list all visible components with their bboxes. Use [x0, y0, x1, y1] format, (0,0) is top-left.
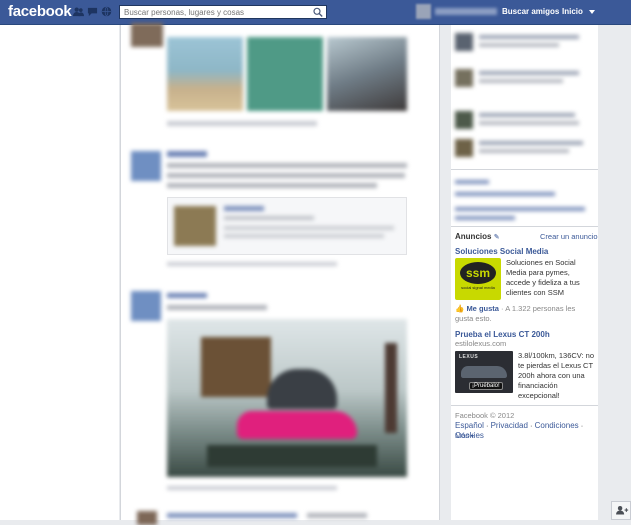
photo-boat[interactable]: [247, 37, 323, 111]
photo-people[interactable]: [327, 37, 407, 111]
post-avatar: [137, 511, 157, 525]
link-domain: [224, 216, 314, 220]
post-text-line: [167, 173, 405, 178]
left-column: [0, 25, 119, 520]
messages-icon[interactable]: [87, 6, 98, 17]
ads-info-icon[interactable]: ✎: [494, 234, 500, 241]
news-feed: [120, 23, 440, 525]
chevron-down-icon[interactable]: ▾: [469, 434, 474, 440]
ads-title: Anuncios: [455, 232, 492, 241]
footer-more[interactable]: Más ▾: [455, 431, 474, 442]
ticker-avatar: [455, 111, 473, 129]
ticker-text: [479, 43, 559, 47]
footer-link-terms[interactable]: Condiciones: [535, 421, 579, 430]
home-link[interactable]: Inicio: [562, 7, 583, 16]
post-avatar: [131, 23, 163, 47]
notifications-icon[interactable]: [101, 6, 112, 17]
chat-button[interactable]: [611, 501, 631, 520]
post-text-line: [307, 513, 367, 518]
post-text-line: [167, 163, 407, 168]
post-avatar: [131, 151, 161, 181]
profile-link[interactable]: [416, 4, 498, 20]
avatar: [416, 4, 431, 19]
profile-name-blurred: [435, 8, 497, 15]
search-input[interactable]: [120, 6, 308, 18]
link-desc: [224, 234, 384, 238]
divider: [451, 405, 598, 406]
ad-ssm-image[interactable]: ssm social signal media: [455, 258, 501, 300]
ad-ssm-like-row: 👍 Me gusta · A 1.322 personas les gusta …: [455, 304, 595, 324]
ssm-logo-sub: social signal media: [461, 285, 495, 290]
lexus-brand: LEXUS: [459, 354, 479, 360]
ticker-avatar: [455, 69, 473, 87]
footer-copyright: Facebook © 2012: [455, 411, 515, 420]
ticker-text: [479, 141, 583, 145]
find-friends-link[interactable]: Buscar amigos: [502, 7, 559, 16]
post-photo-car[interactable]: [167, 319, 407, 477]
link-thumbnail: [174, 206, 216, 246]
ticker-text: [479, 149, 569, 153]
post-author[interactable]: [167, 293, 207, 298]
footer-more-label[interactable]: Más: [455, 431, 469, 440]
ticker-text: [479, 71, 579, 75]
ad-lexus-image[interactable]: LEXUS ¡Pruébalo!: [455, 351, 513, 393]
car-image: [461, 366, 507, 378]
sidebar-link[interactable]: [455, 216, 515, 220]
top-bar: facebook Buscar amigos Inicio: [0, 0, 631, 25]
friend-requests-icon[interactable]: [73, 6, 84, 17]
chat-person-icon: [616, 506, 629, 515]
search-box[interactable]: [119, 5, 327, 19]
footer-link-privacy[interactable]: Privacidad: [491, 421, 528, 430]
account-menu-caret-icon[interactable]: [589, 10, 595, 14]
post-text-line: [167, 183, 377, 188]
ticker-text: [479, 113, 575, 117]
ad-ssm-text: Soluciones en Social Media para pymes, a…: [506, 258, 580, 297]
link-title: [224, 206, 264, 211]
link-preview[interactable]: [167, 197, 407, 255]
facebook-logo[interactable]: facebook: [8, 3, 72, 20]
ticker-avatar: [455, 33, 473, 51]
post-author[interactable]: [167, 513, 297, 518]
ads-heading: Anuncios ✎: [455, 232, 500, 241]
sidebar-link[interactable]: [455, 192, 555, 196]
sidebar-link[interactable]: [455, 207, 585, 211]
link-desc: [224, 226, 394, 230]
post-author[interactable]: [167, 151, 207, 157]
ssm-logo: ssm: [460, 262, 496, 284]
search-icon[interactable]: [312, 7, 324, 17]
post-text-line: [167, 305, 267, 310]
footer-links: Español · Privacidad · Condiciones · Coo…: [455, 421, 584, 440]
ad-lexus-domain: estilolexus.com: [455, 339, 507, 348]
ad-like-button[interactable]: Me gusta: [466, 304, 499, 313]
ticker-avatar: [455, 139, 473, 157]
post-avatar: [131, 291, 161, 321]
divider: [451, 226, 598, 227]
lexus-cta: ¡Pruébalo!: [469, 382, 503, 390]
ticker-text: [479, 121, 579, 125]
ticker-text: [479, 35, 579, 39]
post-actions[interactable]: [167, 262, 337, 266]
sidebar-link[interactable]: [455, 180, 489, 184]
post-meta: [167, 121, 317, 126]
right-column: Anuncios ✎ Crear un anuncio Soluciones S…: [451, 25, 598, 520]
divider: [451, 169, 598, 170]
ad-lexus-text: 3.8l/100km, 136CV: no te pierdas el Lexu…: [518, 351, 595, 400]
thumbs-up-icon[interactable]: 👍: [455, 304, 464, 313]
create-ad-link[interactable]: Crear un anuncio: [540, 232, 598, 242]
footer-link-language[interactable]: Español: [455, 421, 484, 430]
ad-lexus-title[interactable]: Prueba el Lexus CT 200h: [455, 330, 550, 339]
ticker-text: [479, 79, 563, 83]
ad-ssm-title[interactable]: Soluciones Social Media: [455, 247, 548, 256]
post-actions[interactable]: [167, 486, 337, 490]
photo-beach[interactable]: [167, 37, 243, 111]
